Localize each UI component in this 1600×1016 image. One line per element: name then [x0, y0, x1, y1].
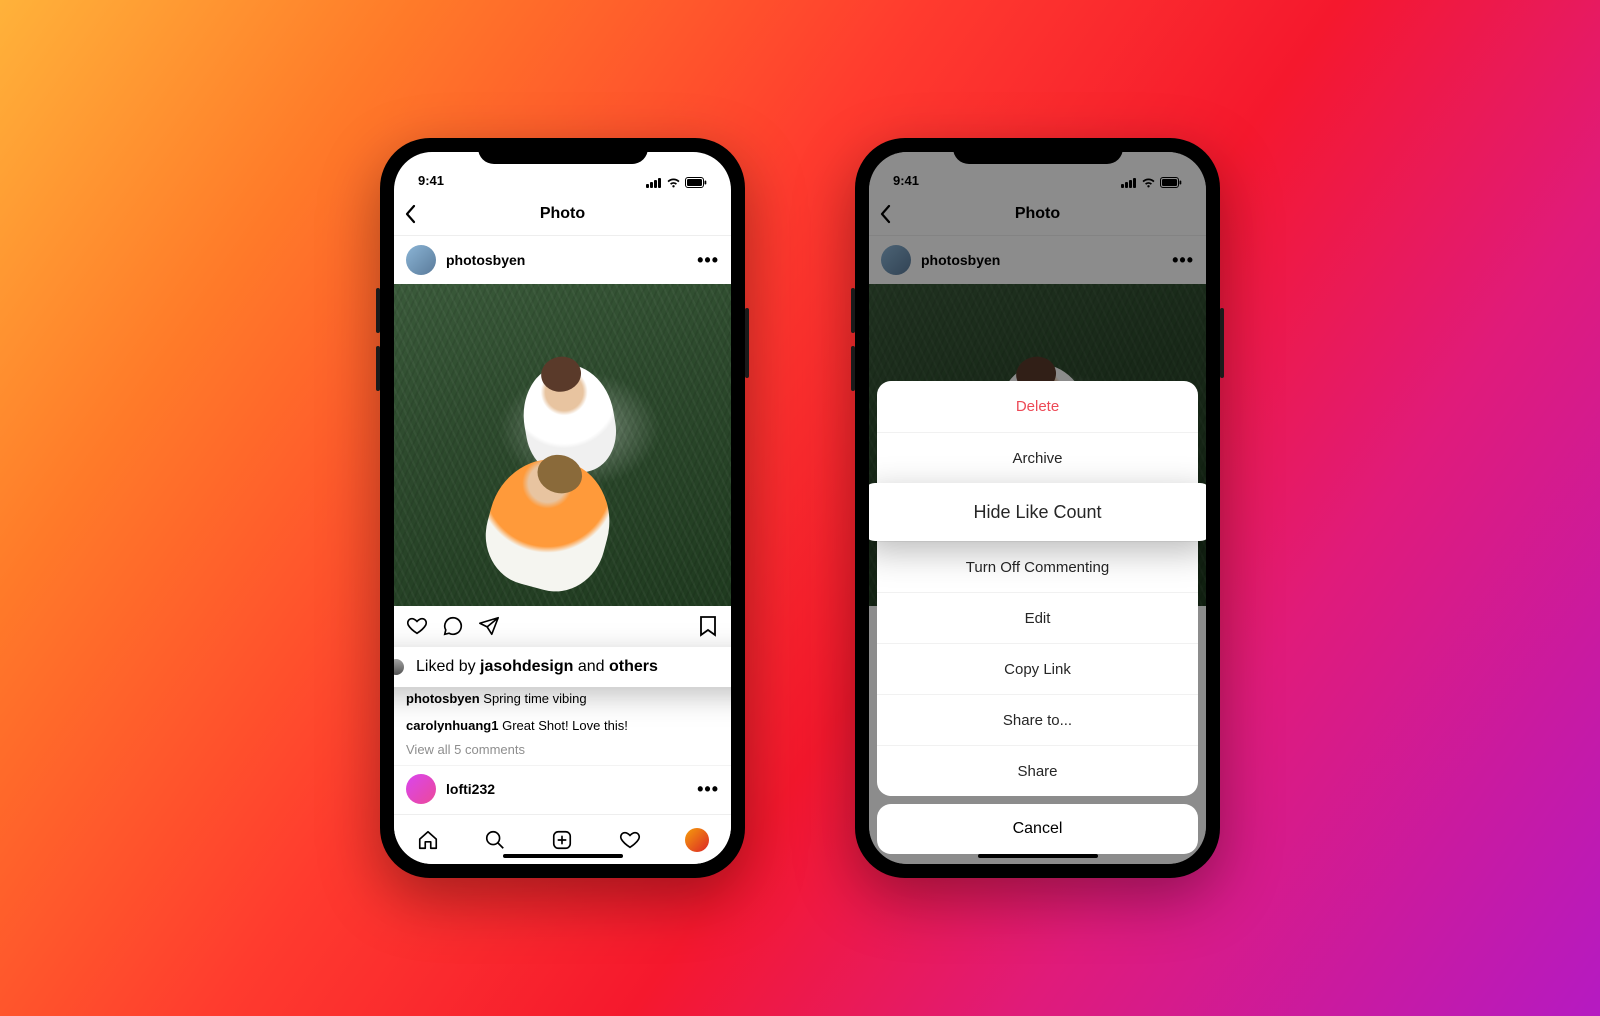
notch [953, 138, 1123, 164]
action-sheet-item[interactable]: Turn Off Commenting [877, 541, 1198, 592]
action-sheet-item[interactable]: Archive [877, 432, 1198, 483]
like-icon[interactable] [406, 615, 428, 637]
post-username[interactable]: lofti232 [446, 781, 687, 797]
signal-icon [646, 177, 662, 188]
action-sheet: DeleteArchiveHide Like CountTurn Off Com… [877, 381, 1198, 854]
create-tab-icon[interactable] [551, 829, 573, 851]
post-header: photosbyen ••• [394, 236, 731, 284]
liked-by-callout[interactable]: Liked by jasohdesign and others [394, 647, 731, 687]
post-caption: photosbyen Spring time vibing [394, 686, 731, 713]
liked-by-avatars [394, 657, 406, 677]
phone-right: 9:41 Photo photosbyen ••• DeleteArchiveH… [855, 138, 1220, 878]
post-actions [394, 606, 731, 646]
post-image[interactable] [394, 284, 731, 606]
view-all-comments[interactable]: View all 5 comments [394, 740, 731, 765]
phone-left: 9:41 Photo photosbyen ••• [380, 138, 745, 878]
post-more-button[interactable]: ••• [697, 250, 719, 271]
next-post-header: lofti232 ••• [394, 765, 731, 813]
wifi-icon [666, 177, 681, 188]
activity-tab-icon[interactable] [619, 829, 641, 851]
notch [478, 138, 648, 164]
comment-icon[interactable] [442, 615, 464, 637]
home-indicator [978, 854, 1098, 858]
action-sheet-item[interactable]: Copy Link [877, 643, 1198, 694]
post-comment: carolynhuang1 Great Shot! Love this! [394, 713, 731, 740]
bookmark-icon[interactable] [697, 615, 719, 637]
action-sheet-item[interactable]: Edit [877, 592, 1198, 643]
action-sheet-item[interactable]: Share [877, 745, 1198, 796]
nav-bar: Photo [394, 192, 731, 236]
battery-icon [685, 177, 707, 188]
post-username[interactable]: photosbyen [446, 252, 687, 268]
search-tab-icon[interactable] [484, 829, 506, 851]
liked-by-text: Liked by jasohdesign and others [416, 658, 658, 676]
action-sheet-item[interactable]: Delete [877, 381, 1198, 432]
screen: 9:41 Photo photosbyen ••• DeleteArchiveH… [869, 152, 1206, 864]
avatar[interactable] [406, 774, 436, 804]
home-tab-icon[interactable] [417, 829, 439, 851]
home-indicator [503, 854, 623, 858]
status-indicators [646, 177, 707, 188]
action-sheet-item[interactable]: Hide Like Count [869, 483, 1206, 541]
screen: 9:41 Photo photosbyen ••• [394, 152, 731, 864]
action-sheet-item[interactable]: Share to... [877, 694, 1198, 745]
action-sheet-list: DeleteArchiveHide Like CountTurn Off Com… [877, 381, 1198, 796]
status-time: 9:41 [418, 173, 444, 188]
post-more-button[interactable]: ••• [697, 779, 719, 800]
profile-tab-icon[interactable] [686, 829, 708, 851]
action-sheet-cancel[interactable]: Cancel [877, 804, 1198, 854]
back-button[interactable] [404, 204, 416, 224]
page-title: Photo [540, 205, 585, 223]
share-icon[interactable] [478, 615, 500, 637]
avatar[interactable] [406, 245, 436, 275]
